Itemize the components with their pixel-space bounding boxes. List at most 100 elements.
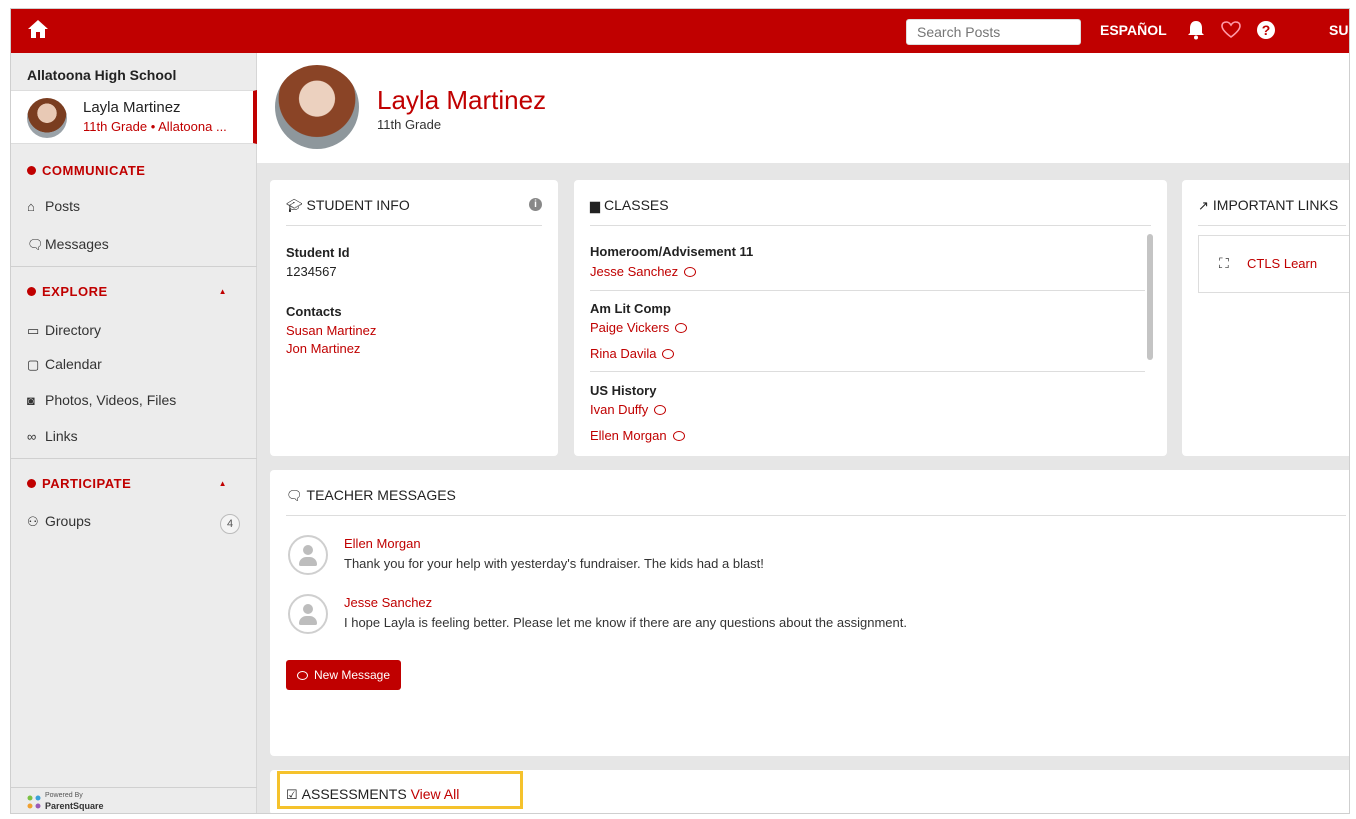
card-title: ↗ IMPORTANT LINKS bbox=[1198, 197, 1339, 213]
sidebar: Allatoona High School Layla Martinez 11t… bbox=[11, 53, 257, 813]
profile-header: Layla Martinez 11th Grade bbox=[257, 53, 1349, 163]
divider bbox=[286, 225, 542, 226]
divider bbox=[11, 266, 257, 267]
powered-by[interactable]: Powered By ParentSquare bbox=[11, 787, 257, 813]
powered-by-label: Powered By bbox=[45, 792, 83, 799]
calendar-icon: ▢ bbox=[27, 357, 40, 372]
main-content: Layla Martinez 11th Grade 🎓︎ STUDENT INFO… bbox=[257, 53, 1349, 813]
info-icon[interactable]: i bbox=[529, 198, 542, 211]
class-name: US History bbox=[590, 383, 657, 398]
student-id-value: 1234567 bbox=[286, 264, 337, 279]
sidebar-item-messages[interactable]: 🗨Messages bbox=[27, 236, 109, 253]
class-name: Am Lit Comp bbox=[590, 301, 671, 316]
top-bar: ESPAÑOL ? SU bbox=[11, 9, 1349, 53]
divider bbox=[286, 515, 1346, 516]
divider bbox=[11, 458, 257, 459]
avatar bbox=[27, 98, 67, 138]
groups-count-badge: 4 bbox=[220, 514, 240, 534]
teacher-link[interactable]: Paige Vickers bbox=[590, 320, 688, 335]
home-icon[interactable] bbox=[27, 19, 49, 43]
message-bubble-icon[interactable] bbox=[654, 405, 667, 415]
search-input[interactable] bbox=[906, 19, 1081, 45]
avatar bbox=[288, 535, 328, 575]
chat-bubble-icon bbox=[297, 671, 308, 680]
class-name: Homeroom/Advisement 11 bbox=[590, 244, 754, 259]
teacher-link[interactable]: Ellen Morgan bbox=[590, 428, 685, 443]
new-message-button[interactable]: New Message bbox=[286, 660, 402, 690]
folder-icon: ▭ bbox=[27, 323, 40, 338]
camera-icon: ◙ bbox=[27, 393, 35, 408]
caret-up-icon: ▲ bbox=[218, 479, 227, 488]
help-icon[interactable]: ? bbox=[1256, 20, 1276, 43]
sidebar-item-posts[interactable]: ⌂ Posts bbox=[27, 198, 80, 214]
sidebar-item-links[interactable]: ∞ Links bbox=[27, 428, 78, 444]
divider bbox=[590, 290, 1145, 291]
contact-link[interactable]: Jon Martinez bbox=[286, 341, 360, 356]
caret-up-icon: ▲ bbox=[218, 287, 227, 296]
message-text[interactable]: I hope Layla is feeling better. Please l… bbox=[344, 615, 907, 630]
card-title: 🗨 TEACHER MESSAGES bbox=[286, 487, 456, 503]
student-card[interactable]: Layla Martinez 11th Grade • Allatoona ..… bbox=[11, 90, 257, 144]
book-icon: ▆ bbox=[590, 198, 600, 213]
message-text[interactable]: Thank you for your help with yesterday's… bbox=[344, 556, 764, 571]
message-sender[interactable]: Jesse Sanchez bbox=[344, 595, 432, 610]
link-tile[interactable]: ⛶ CTLS Learn bbox=[1198, 235, 1349, 293]
presentation-icon: ⛶ bbox=[1219, 255, 1229, 271]
chat-icon: 🗨 bbox=[27, 237, 44, 252]
section-participate[interactable]: PARTICIPATE ▲ bbox=[27, 476, 241, 491]
student-info-card: 🎓︎ STUDENT INFO i Student Id 1234567 Cont… bbox=[270, 180, 558, 456]
message-bubble-icon[interactable] bbox=[662, 349, 675, 359]
card-title: 🎓︎ STUDENT INFO bbox=[286, 197, 410, 213]
svg-text:?: ? bbox=[1262, 22, 1271, 38]
sidebar-item-media[interactable]: ◙ Photos, Videos, Files bbox=[27, 392, 176, 408]
classes-card: ▆ CLASSES Homeroom/Advisement 11 Jesse Sa… bbox=[574, 180, 1167, 456]
student-name: Layla Martinez bbox=[83, 99, 181, 116]
sidebar-item-calendar[interactable]: ▢ Calendar bbox=[27, 356, 102, 373]
section-dot-icon bbox=[27, 166, 36, 175]
sidebar-item-directory[interactable]: ▭ Directory bbox=[27, 322, 101, 339]
divider bbox=[590, 225, 1151, 226]
heart-icon[interactable] bbox=[1221, 21, 1241, 42]
highlight-box bbox=[277, 771, 523, 809]
home-outline-icon: ⌂ bbox=[27, 199, 35, 214]
message-sender[interactable]: Ellen Morgan bbox=[344, 536, 421, 551]
section-explore[interactable]: EXPLORE ▲ bbox=[27, 284, 241, 299]
ctls-learn-link[interactable]: CTLS Learn bbox=[1247, 256, 1317, 271]
contacts-label: Contacts bbox=[286, 304, 342, 319]
teacher-link[interactable]: Jesse Sanchez bbox=[590, 264, 697, 279]
card-title: ▆ CLASSES bbox=[590, 197, 669, 213]
grade-label: 11th Grade bbox=[377, 117, 442, 132]
external-link-icon: ↗ bbox=[1198, 198, 1209, 213]
user-menu[interactable]: SU bbox=[1329, 22, 1348, 38]
link-icon: ∞ bbox=[27, 429, 37, 444]
section-communicate: COMMUNICATE bbox=[27, 163, 145, 178]
divider bbox=[1198, 225, 1346, 226]
sidebar-item-groups[interactable]: ⚇ Groups bbox=[27, 513, 91, 530]
brand-label: ParentSquare bbox=[45, 801, 104, 811]
important-links-card: ↗ IMPORTANT LINKS ⛶ CTLS Learn bbox=[1182, 180, 1349, 456]
divider bbox=[590, 371, 1145, 372]
page-title: Layla Martinez bbox=[377, 85, 547, 115]
student-id-label: Student Id bbox=[286, 245, 350, 260]
student-subtitle: 11th Grade • Allatoona ... bbox=[83, 119, 227, 134]
contact-link[interactable]: Susan Martinez bbox=[286, 323, 376, 338]
section-dot-icon bbox=[27, 479, 36, 488]
language-toggle[interactable]: ESPAÑOL bbox=[1100, 22, 1167, 38]
graduation-cap-icon: 🎓︎ bbox=[286, 198, 303, 213]
message-bubble-icon[interactable] bbox=[672, 431, 685, 441]
teacher-link[interactable]: Ivan Duffy bbox=[590, 402, 667, 417]
app-window: ESPAÑOL ? SU Allatoona High School Layla… bbox=[10, 8, 1350, 814]
parentsquare-logo-icon bbox=[27, 795, 41, 809]
avatar bbox=[275, 65, 359, 149]
section-dot-icon bbox=[27, 287, 36, 296]
bell-icon[interactable] bbox=[1187, 20, 1205, 43]
teacher-link[interactable]: Rina Davila bbox=[590, 346, 675, 361]
chat-bubble-icon: 🗨 bbox=[286, 488, 303, 503]
teacher-messages-card: 🗨 TEACHER MESSAGES Ellen Morgan Thank you… bbox=[270, 470, 1349, 756]
groups-icon: ⚇ bbox=[27, 514, 39, 529]
avatar bbox=[288, 594, 328, 634]
message-bubble-icon[interactable] bbox=[675, 323, 688, 333]
message-bubble-icon[interactable] bbox=[684, 267, 697, 277]
scrollbar[interactable] bbox=[1147, 234, 1153, 360]
school-name: Allatoona High School bbox=[27, 67, 177, 83]
